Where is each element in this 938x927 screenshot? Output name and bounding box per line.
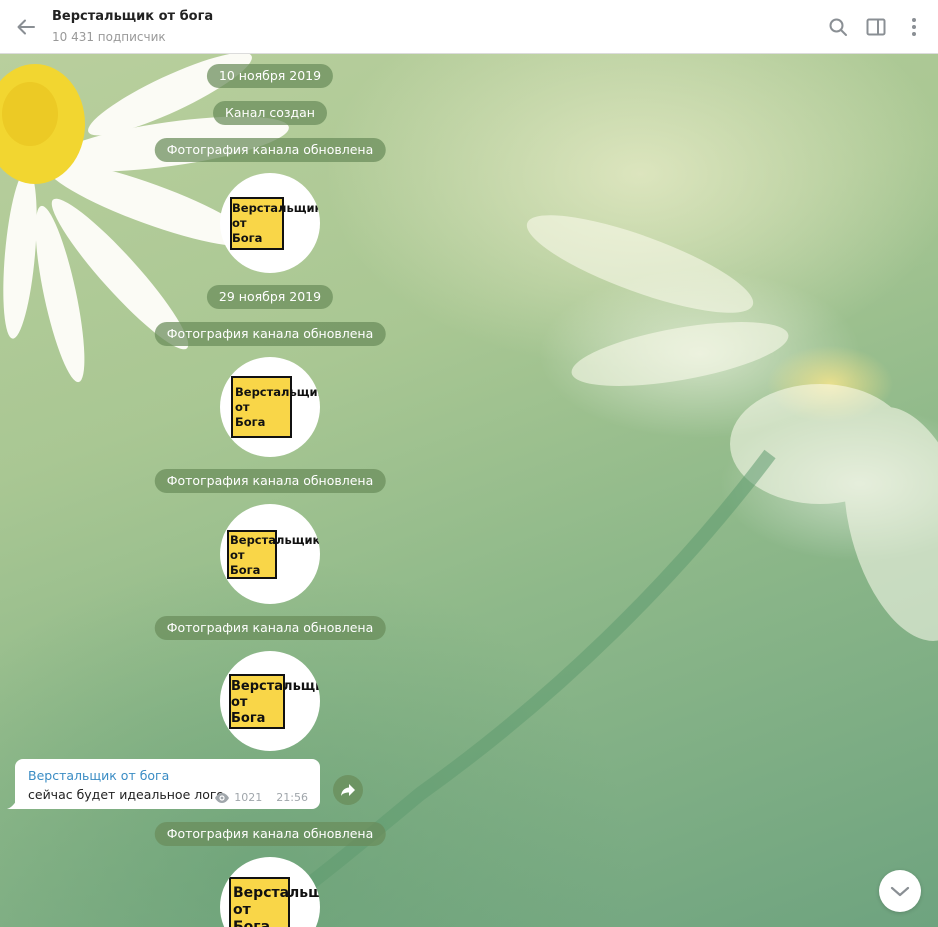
- sidebar-toggle-icon[interactable]: [864, 15, 888, 39]
- service-message-photo-updated: Фотография канала обновлена: [154, 138, 386, 162]
- logo-text-line1: Верстальщ: [233, 885, 320, 901]
- logo-text-line1: Верстальщик: [235, 385, 320, 399]
- message-meta: 1021 21:56: [214, 791, 308, 804]
- service-message-created: Канал создан: [213, 101, 327, 125]
- logo-text-line2: от: [235, 400, 250, 414]
- logo-text-line1: Верстальщик: [232, 201, 320, 215]
- service-message-photo-updated: Фотография канала обновлена: [154, 822, 386, 846]
- forward-arrow-icon: [341, 784, 355, 796]
- logo-text-line2: от: [231, 695, 248, 710]
- logo-text-line3: Бога: [231, 711, 266, 726]
- service-message-photo-updated: Фотография канала обновлена: [154, 469, 386, 493]
- logo-text-line3: Бога: [230, 563, 261, 577]
- logo-text-line1: Верстальщик: [230, 533, 320, 547]
- channel-photo[interactable]: Верстальщик от Бога: [220, 504, 320, 604]
- search-icon[interactable]: [826, 15, 850, 39]
- eye-icon: [215, 792, 230, 803]
- service-message-photo-updated: Фотография канала обновлена: [154, 616, 386, 640]
- forward-button[interactable]: [333, 775, 363, 805]
- back-arrow-icon[interactable]: [13, 14, 39, 40]
- message-bubble[interactable]: Верстальщик от бога сейчас будет идеальн…: [15, 759, 320, 809]
- message-time: 21:56: [276, 791, 308, 804]
- chat-header: Верстальщик от бога 10 431 подписчик: [0, 0, 938, 54]
- logo-text-line3: Бога: [232, 231, 263, 245]
- chevron-down-icon: [890, 886, 910, 897]
- channel-photo[interactable]: Верстальщик от Бога: [220, 173, 320, 273]
- date-separator: 29 ноября 2019: [206, 285, 334, 309]
- more-vertical-icon[interactable]: [902, 15, 926, 39]
- logo-text-line3: Бога: [233, 919, 271, 927]
- view-count: 1021: [234, 791, 263, 804]
- chat-history[interactable]: 10 ноября 2019 Канал создан Фотография к…: [0, 54, 938, 927]
- channel-photo[interactable]: Верстальщик от Бога: [220, 357, 320, 457]
- subscriber-count: 10 431 подписчик: [52, 30, 166, 44]
- logo-text-line2: от: [230, 548, 245, 562]
- service-message-photo-updated: Фотография канала обновлена: [154, 322, 386, 346]
- logo-text-line2: от: [232, 216, 247, 230]
- scroll-to-bottom-button[interactable]: [879, 870, 921, 912]
- message-text: сейчас будет идеальное лого: [28, 787, 225, 802]
- message-author[interactable]: Верстальщик от бога: [28, 768, 169, 783]
- logo-text-line3: Бога: [235, 415, 266, 429]
- channel-title[interactable]: Верстальщик от бога: [52, 9, 213, 24]
- logo-text-line2: от: [233, 902, 251, 918]
- date-separator: 10 ноября 2019: [206, 64, 334, 88]
- channel-photo[interactable]: Верстальщик от Бога: [220, 651, 320, 751]
- logo-text-line1: Верстальщик: [231, 679, 320, 694]
